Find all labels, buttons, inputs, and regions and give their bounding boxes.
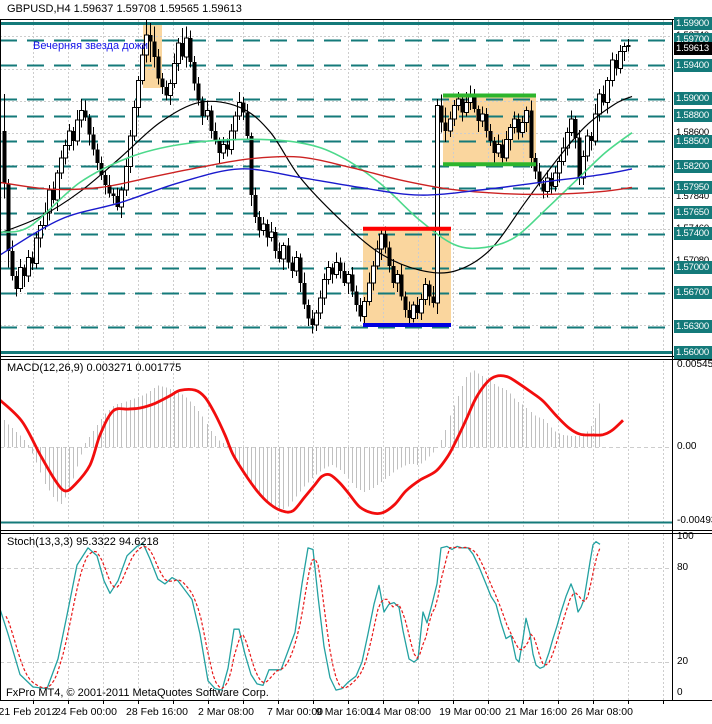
- price-level-badge: 1.59000: [674, 92, 712, 105]
- current-price-badge: 1.59613: [674, 42, 712, 55]
- time-axis-label: 24 Feb 00:00: [55, 706, 117, 718]
- macd-axis-max-label: 0.00545: [677, 358, 712, 370]
- stoch-axis-80-label: 80: [677, 562, 689, 574]
- stoch-axis-100-label: 100: [677, 531, 694, 542]
- evening-star-doji-annotation: Вечерняя звезда дожи: [33, 40, 149, 52]
- mt4-chart-window: GBPUSD,H4 1.59637 1.59708 1.59565 1.5961…: [0, 0, 712, 724]
- price-level-badge: 1.58500: [674, 135, 712, 148]
- macd-panel: [0, 361, 672, 529]
- copyright-text: FxPro MT4, © 2001-2011 MetaQuotes Softwa…: [6, 687, 269, 699]
- price-level-badge: 1.56300: [674, 320, 712, 333]
- price-level-badge: 1.56000: [674, 346, 712, 359]
- macd-axis-min-label: -0.00493: [677, 515, 712, 527]
- time-axis-label: 7 Mar 00:00: [266, 706, 324, 718]
- time-axis-label: 21 Mar 16:00: [505, 706, 567, 718]
- price-level-badge: 1.58200: [674, 160, 712, 173]
- ma-green: [0, 132, 633, 250]
- price-level-badge: 1.57400: [674, 227, 712, 240]
- time-axis-label: 14 Mar 08:00: [369, 706, 431, 718]
- price-level-badge: 1.58800: [674, 109, 712, 122]
- time-axis-label: 21 Feb 2012: [0, 706, 58, 718]
- time-axis-label: 9 Mar 16:00: [315, 706, 373, 718]
- time-axis-label: 26 Mar 08:00: [571, 706, 633, 718]
- stoch-axis-20-label: 20: [677, 656, 689, 667]
- macd-axis-zero-label: 0.00: [677, 441, 697, 452]
- time-axis-label: 28 Feb 16:00: [126, 706, 188, 718]
- time-axis-label: 2 Mar 08:00: [197, 706, 255, 718]
- stoch-panel: [0, 534, 672, 700]
- time-axis-label: 19 Mar 00:00: [439, 706, 501, 718]
- ma-blue: [0, 168, 633, 256]
- price-level-badge: 1.57950: [674, 181, 712, 194]
- price-level-badge: 1.59400: [674, 59, 712, 72]
- price-level-badge: 1.56700: [674, 286, 712, 299]
- stoch-indicator-label: Stoch(13,3,3) 95.3322 94.6218: [7, 536, 159, 548]
- stoch-axis-0-label: 0: [677, 687, 683, 699]
- chart-title: GBPUSD,H4 1.59637 1.59708 1.59565 1.5961…: [7, 3, 242, 15]
- stoch-k-line: [0, 541, 601, 691]
- main-panel: [0, 20, 672, 356]
- ma-black: [0, 95, 633, 274]
- price-level-badge: 1.57650: [674, 206, 712, 219]
- stoch-d-line: [5, 545, 601, 690]
- price-level-badge: 1.59900: [674, 17, 712, 30]
- macd-indicator-label: MACD(12,26,9) 0.003271 0.001775: [7, 362, 182, 374]
- price-level-badge: 1.57000: [674, 261, 712, 274]
